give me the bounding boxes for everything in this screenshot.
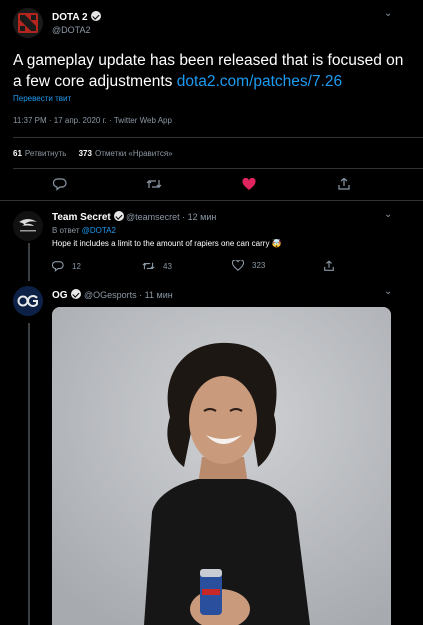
retweet-icon bbox=[142, 262, 155, 270]
team-secret-logo-icon bbox=[19, 219, 37, 232]
heart-icon bbox=[232, 260, 244, 271]
reply-author-name[interactable]: Team Secret bbox=[52, 211, 124, 223]
retweets-stat[interactable]: 61 Ретвитнуть bbox=[13, 149, 66, 158]
retweets-label: Ретвитнуть bbox=[24, 149, 67, 158]
dota2-logo-icon bbox=[18, 13, 38, 33]
reply-icon bbox=[52, 261, 64, 272]
reply-share-button[interactable] bbox=[323, 260, 343, 272]
og-avatar[interactable] bbox=[13, 286, 43, 316]
reply-reply-button[interactable]: 12 bbox=[52, 260, 81, 272]
like-button[interactable] bbox=[241, 176, 257, 192]
reply-author-name[interactable]: OG bbox=[52, 289, 81, 301]
reply-author-handle[interactable]: @teamsecret · 12 мин bbox=[126, 212, 216, 222]
likes-label: Отметки «Нравится» bbox=[94, 149, 173, 158]
heart-filled-icon bbox=[242, 177, 256, 190]
chevron-down-icon[interactable]: ⌄ bbox=[384, 286, 392, 297]
reply-tweet[interactable]: Team Secret @teamsecret · 12 мин ⌄ В отв… bbox=[0, 201, 423, 281]
dota2-avatar[interactable] bbox=[13, 8, 43, 38]
main-tweet: DOTA 2 @DOTA2 ⌄ A gameplay update has be… bbox=[0, 0, 423, 201]
reply-time[interactable]: 11 мин bbox=[145, 290, 173, 300]
reply-button[interactable] bbox=[52, 176, 68, 192]
person-photo-image bbox=[52, 307, 391, 625]
reply-author-name-text: OG bbox=[52, 290, 68, 301]
divider bbox=[13, 137, 423, 138]
og-logo-icon bbox=[17, 295, 38, 307]
divider bbox=[13, 168, 423, 169]
author-handle[interactable]: @DOTA2 bbox=[52, 25, 90, 35]
reply-likes-count: 323 bbox=[252, 261, 266, 270]
retweet-button[interactable] bbox=[146, 176, 162, 192]
retweet-icon bbox=[146, 180, 162, 188]
chevron-down-icon[interactable]: ⌄ bbox=[384, 8, 392, 19]
translate-tweet-link[interactable]: Перевести твит bbox=[13, 94, 71, 103]
reply-retweet-button[interactable]: 43 bbox=[142, 260, 172, 272]
tweet-actions bbox=[0, 176, 423, 196]
reply-replies-count: 12 bbox=[72, 261, 81, 271]
tweet-thread-page: DOTA 2 @DOTA2 ⌄ A gameplay update has be… bbox=[0, 0, 423, 625]
exploding-head-emoji: 🤯 bbox=[271, 239, 282, 248]
reply-body: Hope it includes a limit to the amount o… bbox=[52, 239, 270, 248]
reply-retweets-count: 43 bbox=[163, 261, 172, 271]
chevron-down-icon[interactable]: ⌄ bbox=[384, 209, 392, 220]
verified-badge-icon bbox=[90, 11, 101, 21]
reply-to-line: В ответ @DOTA2 bbox=[52, 226, 116, 235]
share-icon bbox=[338, 177, 350, 190]
team-secret-avatar[interactable] bbox=[13, 211, 43, 241]
tweet-text: A gameplay update has been released that… bbox=[13, 50, 413, 92]
reply-handle-text: @OGesports bbox=[84, 290, 137, 300]
reply-like-button[interactable]: 323 bbox=[232, 260, 265, 271]
tweet-stats: 61 Ретвитнуть 373 Отметки «Нравится» bbox=[13, 149, 173, 158]
thread-line bbox=[28, 243, 30, 281]
verified-badge-icon bbox=[113, 211, 124, 221]
reply-media-photo[interactable] bbox=[52, 307, 391, 625]
reply-author-name-text: Team Secret bbox=[52, 212, 111, 223]
share-button[interactable] bbox=[336, 176, 352, 192]
reply-author-handle[interactable]: @OGesports · 11 мин bbox=[84, 290, 173, 300]
reply-text: Hope it includes a limit to the amount o… bbox=[52, 239, 282, 248]
patch-link[interactable]: dota2.com/patches/7.26 bbox=[177, 73, 342, 90]
thread-line bbox=[28, 323, 30, 625]
reply-to-handle[interactable]: @DOTA2 bbox=[82, 226, 116, 235]
reply-time[interactable]: 12 мин bbox=[188, 212, 217, 222]
verified-badge-icon bbox=[70, 289, 81, 299]
reply-handle-text: @teamsecret bbox=[126, 212, 180, 222]
retweets-count: 61 bbox=[13, 149, 22, 158]
author-name[interactable]: DOTA 2 bbox=[52, 11, 101, 23]
likes-stat[interactable]: 373 Отметки «Нравится» bbox=[79, 149, 173, 158]
reply-icon bbox=[53, 178, 67, 191]
author-name-text: DOTA 2 bbox=[52, 12, 88, 23]
share-icon bbox=[324, 260, 334, 271]
likes-count: 373 bbox=[78, 149, 92, 158]
tweet-timestamp[interactable]: 11:37 PM · 17 апр. 2020 г. · Twitter Web… bbox=[13, 116, 172, 125]
reply-to-prefix: В ответ bbox=[52, 226, 80, 235]
